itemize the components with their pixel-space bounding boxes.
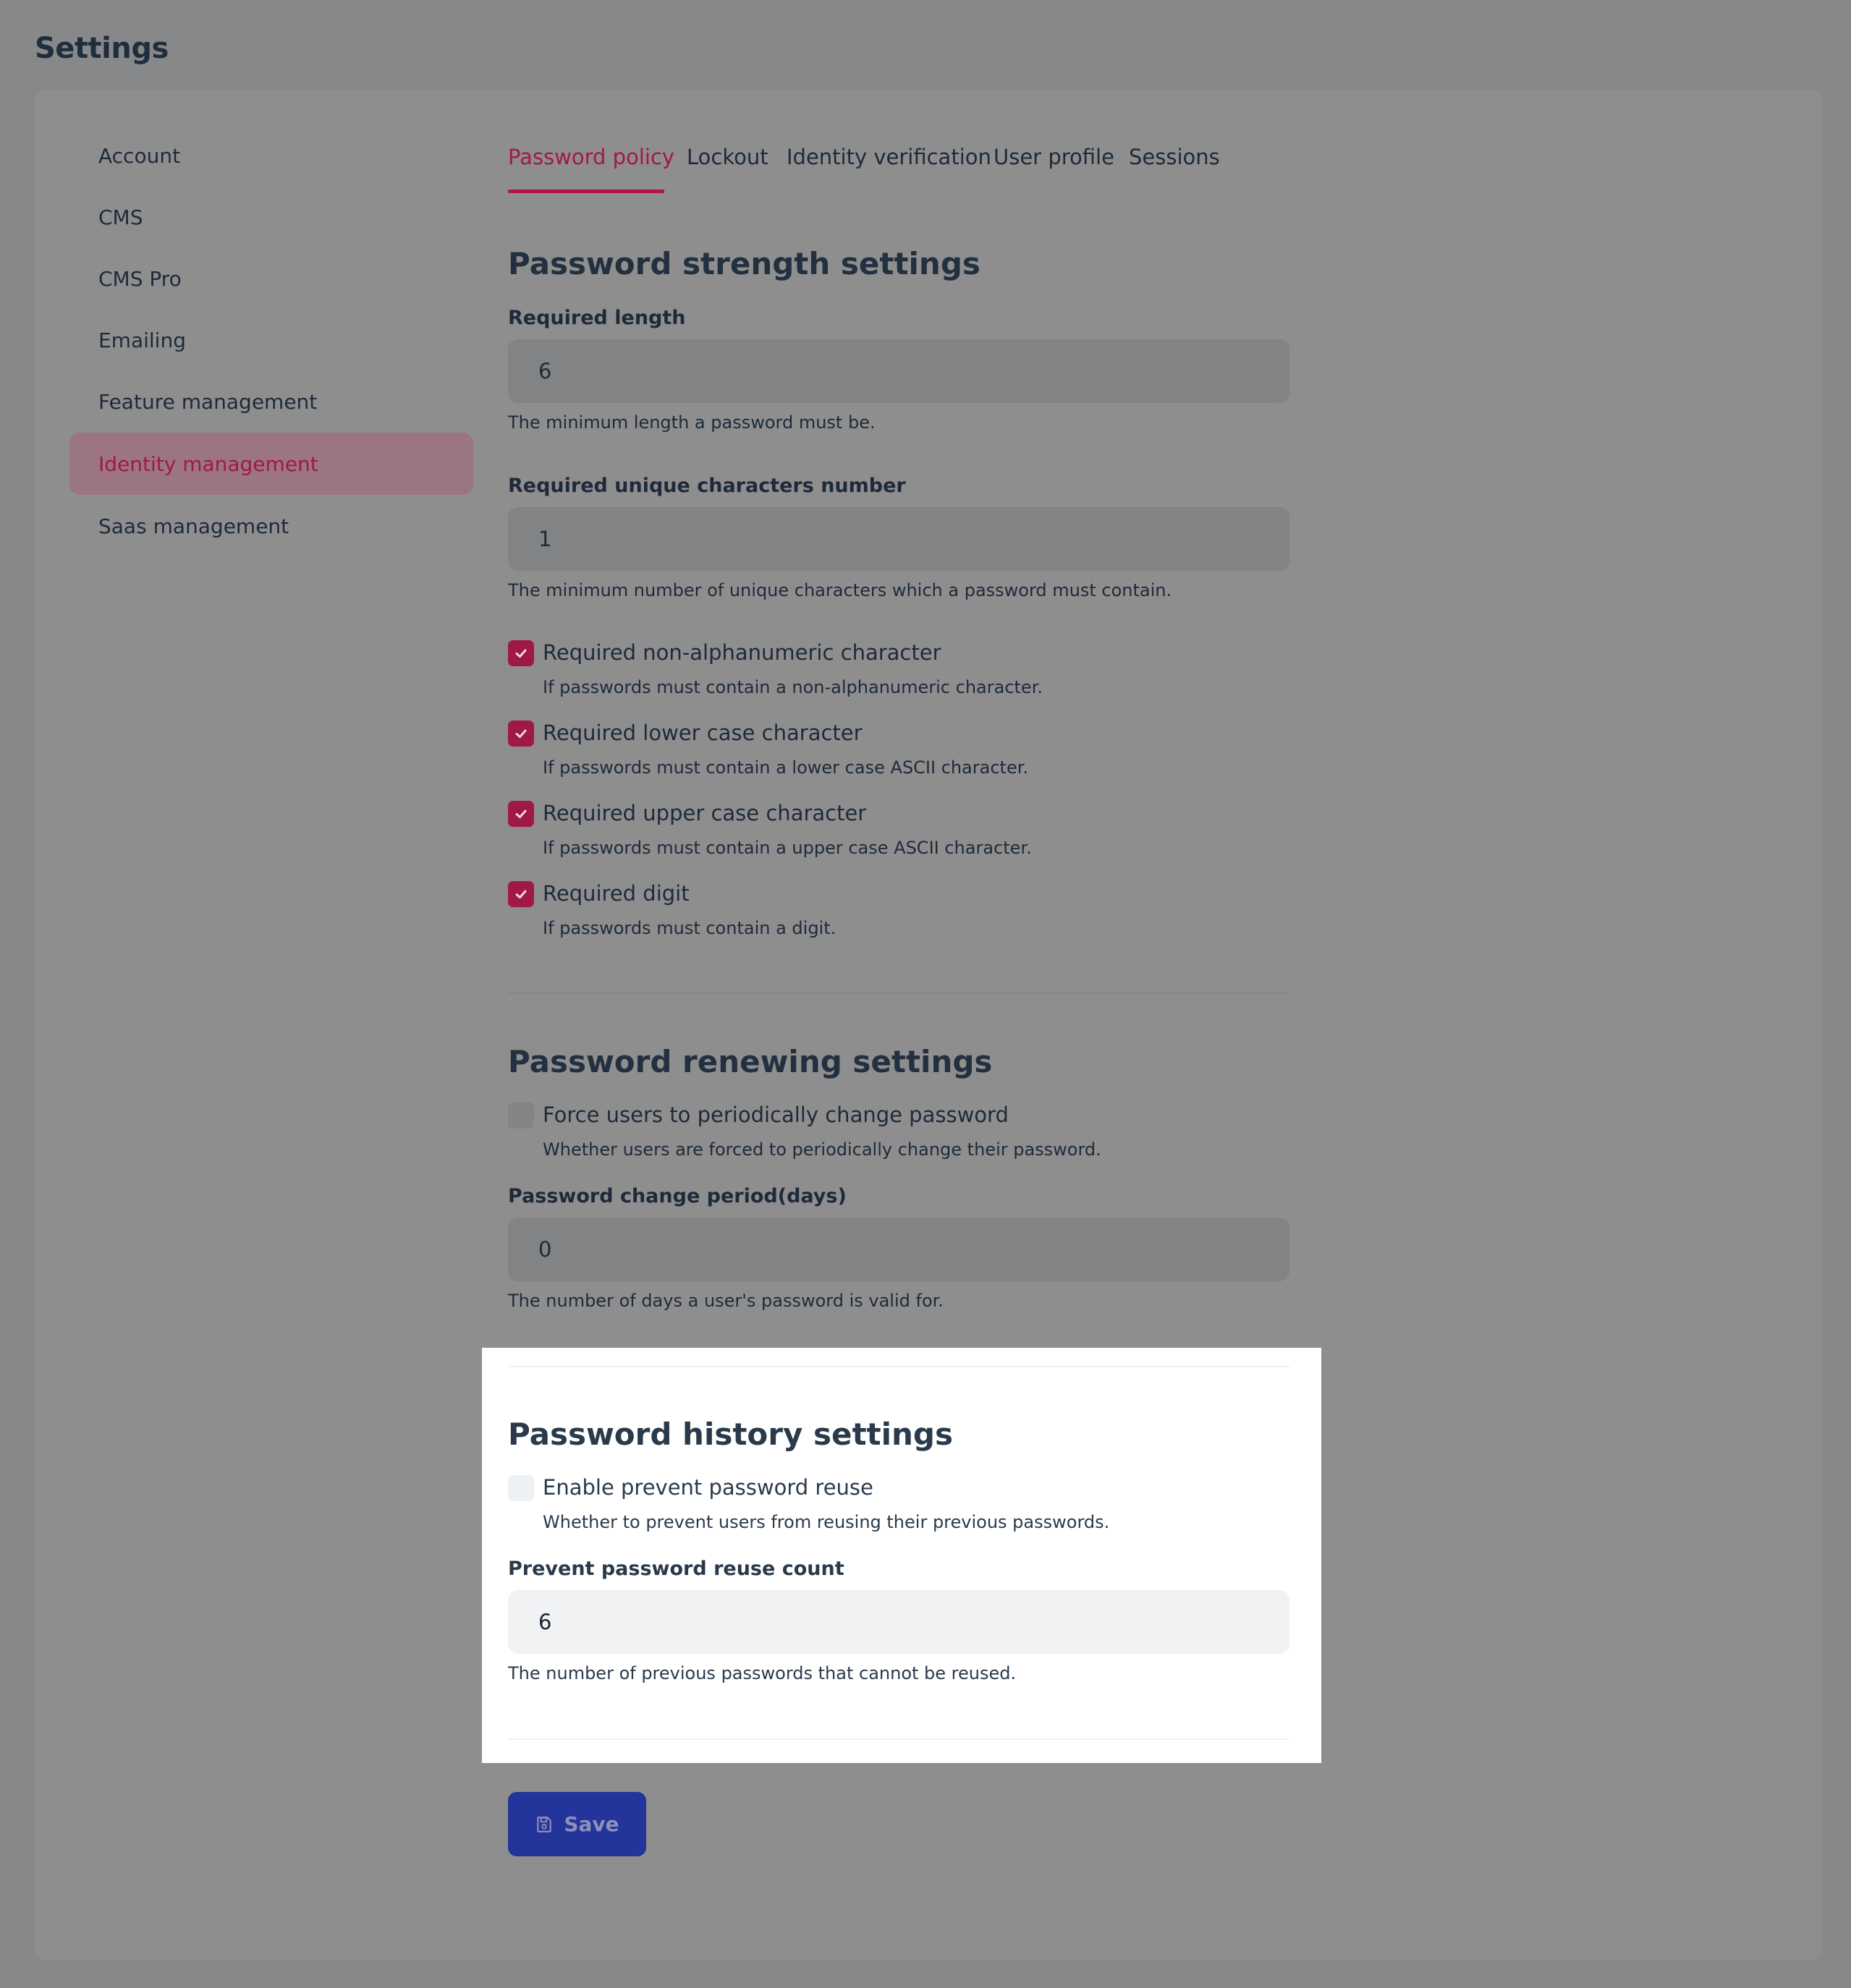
save-button-label: Save xyxy=(564,1812,619,1836)
non-alphanumeric-label[interactable]: Required non-alphanumeric character xyxy=(543,640,941,665)
force-change-label[interactable]: Force users to periodically change passw… xyxy=(543,1103,1009,1127)
checkmark-icon xyxy=(515,729,527,738)
section-divider xyxy=(508,993,1289,994)
required-length-input[interactable]: 6 xyxy=(508,339,1289,403)
unique-chars-help: The minimum number of unique characters … xyxy=(508,580,1172,600)
required-length-label: Required length xyxy=(508,307,686,329)
strength-section-title: Password strength settings xyxy=(508,246,980,281)
section-divider xyxy=(508,1738,1289,1740)
sidebar-item-identity-management[interactable]: Identity management xyxy=(69,433,473,495)
sidebar-item-cms-pro[interactable]: CMS Pro xyxy=(69,247,473,310)
checkmark-icon xyxy=(515,890,527,899)
upper-case-help: If passwords must contain a upper case A… xyxy=(543,838,1032,858)
non-alphanumeric-help: If passwords must contain a non-alphanum… xyxy=(543,677,1043,697)
reuse-count-help: The number of previous passwords that ca… xyxy=(508,1663,1017,1683)
lower-case-label[interactable]: Required lower case character xyxy=(543,721,863,745)
change-period-label: Password change period(days) xyxy=(508,1185,847,1207)
change-period-input[interactable]: 0 xyxy=(508,1218,1289,1281)
digit-label[interactable]: Required digit xyxy=(543,881,690,906)
lower-case-checkbox[interactable] xyxy=(508,721,534,747)
tab-identity-verification[interactable]: Identity verification xyxy=(787,145,991,169)
unique-chars-input[interactable]: 1 xyxy=(508,507,1289,571)
checkmark-icon xyxy=(515,810,527,818)
sidebar-item-emailing[interactable]: Emailing xyxy=(69,309,473,371)
sidebar-item-feature-management[interactable]: Feature management xyxy=(69,370,473,433)
history-section-panel xyxy=(482,1348,1321,1763)
history-section-title: Password history settings xyxy=(508,1416,953,1452)
tab-sessions[interactable]: Sessions xyxy=(1129,145,1220,169)
force-change-checkbox[interactable] xyxy=(508,1103,534,1129)
prevent-reuse-checkbox[interactable] xyxy=(508,1475,534,1501)
reuse-count-label: Prevent password reuse count xyxy=(508,1558,844,1580)
tab-user-profile[interactable]: User profile xyxy=(994,145,1114,169)
lower-case-help: If passwords must contain a lower case A… xyxy=(543,757,1029,778)
reuse-count-input[interactable]: 6 xyxy=(508,1590,1289,1654)
force-change-help: Whether users are forced to periodically… xyxy=(543,1139,1101,1160)
page-title: Settings xyxy=(35,32,169,65)
sidebar-item-cms[interactable]: CMS xyxy=(69,186,473,248)
non-alphanumeric-checkbox[interactable] xyxy=(508,640,534,666)
sidebar-item-saas-management[interactable]: Saas management xyxy=(69,495,473,557)
unique-chars-label: Required unique characters number xyxy=(508,475,906,497)
sidebar-item-account[interactable]: Account xyxy=(69,124,473,187)
renewing-section-title: Password renewing settings xyxy=(508,1044,993,1079)
save-icon xyxy=(537,1816,552,1832)
section-divider xyxy=(508,1366,1289,1367)
save-button[interactable]: Save xyxy=(508,1792,646,1856)
tab-password-policy[interactable]: Password policy xyxy=(508,145,674,169)
required-length-help: The minimum length a password must be. xyxy=(508,412,876,433)
active-tab-indicator xyxy=(508,190,664,193)
checkmark-icon xyxy=(515,649,527,658)
digit-checkbox[interactable] xyxy=(508,881,534,907)
tab-lockout[interactable]: Lockout xyxy=(687,145,768,169)
prevent-reuse-help: Whether to prevent users from reusing th… xyxy=(543,1512,1110,1532)
prevent-reuse-label[interactable]: Enable prevent password reuse xyxy=(543,1475,873,1500)
upper-case-label[interactable]: Required upper case character xyxy=(543,801,866,825)
digit-help: If passwords must contain a digit. xyxy=(543,918,836,938)
upper-case-checkbox[interactable] xyxy=(508,801,534,827)
change-period-help: The number of days a user's password is … xyxy=(508,1291,944,1311)
